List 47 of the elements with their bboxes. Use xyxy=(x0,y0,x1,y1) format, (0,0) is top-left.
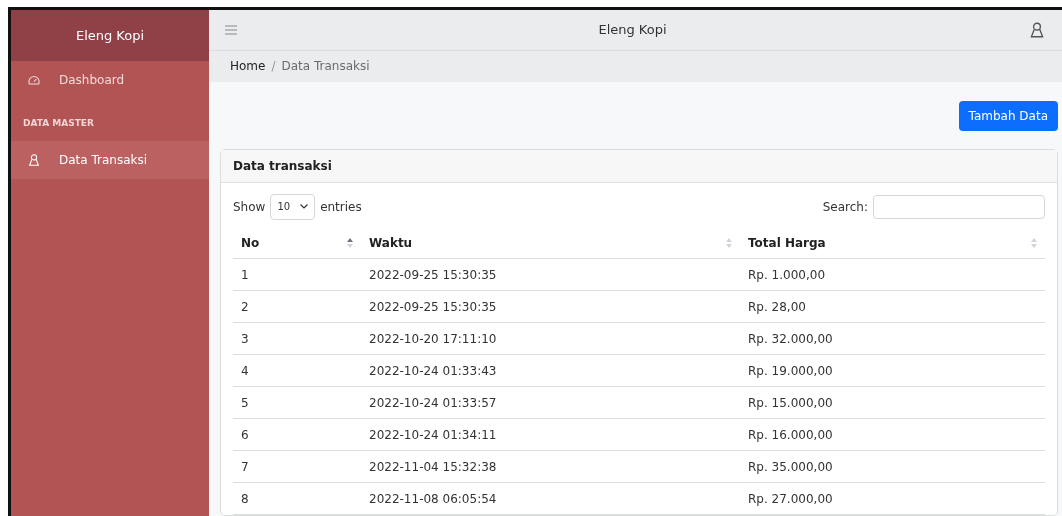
table-cell: Rp. 1.000,00 xyxy=(740,258,1045,291)
table-cell: Rp. 32.000,00 xyxy=(740,322,1045,355)
table-cell: 2022-10-24 01:33:43 xyxy=(361,354,740,387)
table-cell: Rp. 19.000,00 xyxy=(740,354,1045,387)
table-cell: 2 xyxy=(233,290,361,323)
user-icon xyxy=(1028,20,1046,39)
sidebar-brand[interactable]: Eleng Kopi xyxy=(11,10,209,61)
table-cell: Rp. 35.000,00 xyxy=(740,450,1045,483)
entries-label: entries xyxy=(320,198,362,216)
table-cell: 2022-09-25 15:30:35 xyxy=(361,290,740,323)
column-header[interactable]: No xyxy=(233,227,361,259)
search-label: Search: xyxy=(822,198,868,216)
table-cell: 2022-10-20 17:11:10 xyxy=(361,322,740,355)
table-cell: 5 xyxy=(233,386,361,419)
table-cell: Rp. 28,00 xyxy=(740,290,1045,323)
table-cell: 2022-10-24 01:33:57 xyxy=(361,386,740,419)
breadcrumb-item[interactable]: Home xyxy=(230,57,266,76)
show-label: Show xyxy=(233,198,266,216)
menu-icon[interactable] xyxy=(225,24,237,35)
table-cell: 3 xyxy=(233,322,361,355)
column-header[interactable]: Waktu xyxy=(361,227,740,259)
gauge-icon xyxy=(27,73,41,87)
table-cell: Rp. 16.000,00 xyxy=(740,418,1045,451)
sidebar-item[interactable]: Data Transaksi xyxy=(11,140,209,179)
table-cell: 7 xyxy=(233,450,361,483)
column-header[interactable]: Total Harga xyxy=(740,227,1045,259)
entries-select[interactable]: 10 xyxy=(270,193,316,220)
table-cell: Rp. 15.000,00 xyxy=(740,386,1045,419)
table-cell: 1 xyxy=(233,258,361,291)
table-cell: 8 xyxy=(233,482,361,515)
card-title: Data transaksi xyxy=(233,157,332,175)
user-icon xyxy=(27,152,41,167)
table-cell: 6 xyxy=(233,418,361,451)
search-field[interactable] xyxy=(873,194,1045,219)
table-cell: 2022-11-04 15:32:38 xyxy=(361,450,740,483)
sidebar-heading: DATA MASTER xyxy=(22,117,95,130)
add-data-button[interactable]: Tambah Data xyxy=(958,100,1058,131)
table-cell: 2022-10-24 01:34:11 xyxy=(361,418,740,451)
table-cell: 4 xyxy=(233,354,361,387)
breadcrumb-item: Data Transaksi xyxy=(281,58,370,76)
table-cell: Rp. 27.000,00 xyxy=(740,482,1045,515)
sidebar-item[interactable]: Dashboard xyxy=(11,61,209,99)
top-bar-title: Eleng Kopi xyxy=(597,21,668,40)
table-cell: 2022-09-25 15:30:35 xyxy=(361,258,740,291)
chevron-down-icon xyxy=(300,204,309,209)
table-cell: 2022-11-08 06:05:54 xyxy=(361,482,740,515)
breadcrumb-separator: / xyxy=(270,58,277,76)
